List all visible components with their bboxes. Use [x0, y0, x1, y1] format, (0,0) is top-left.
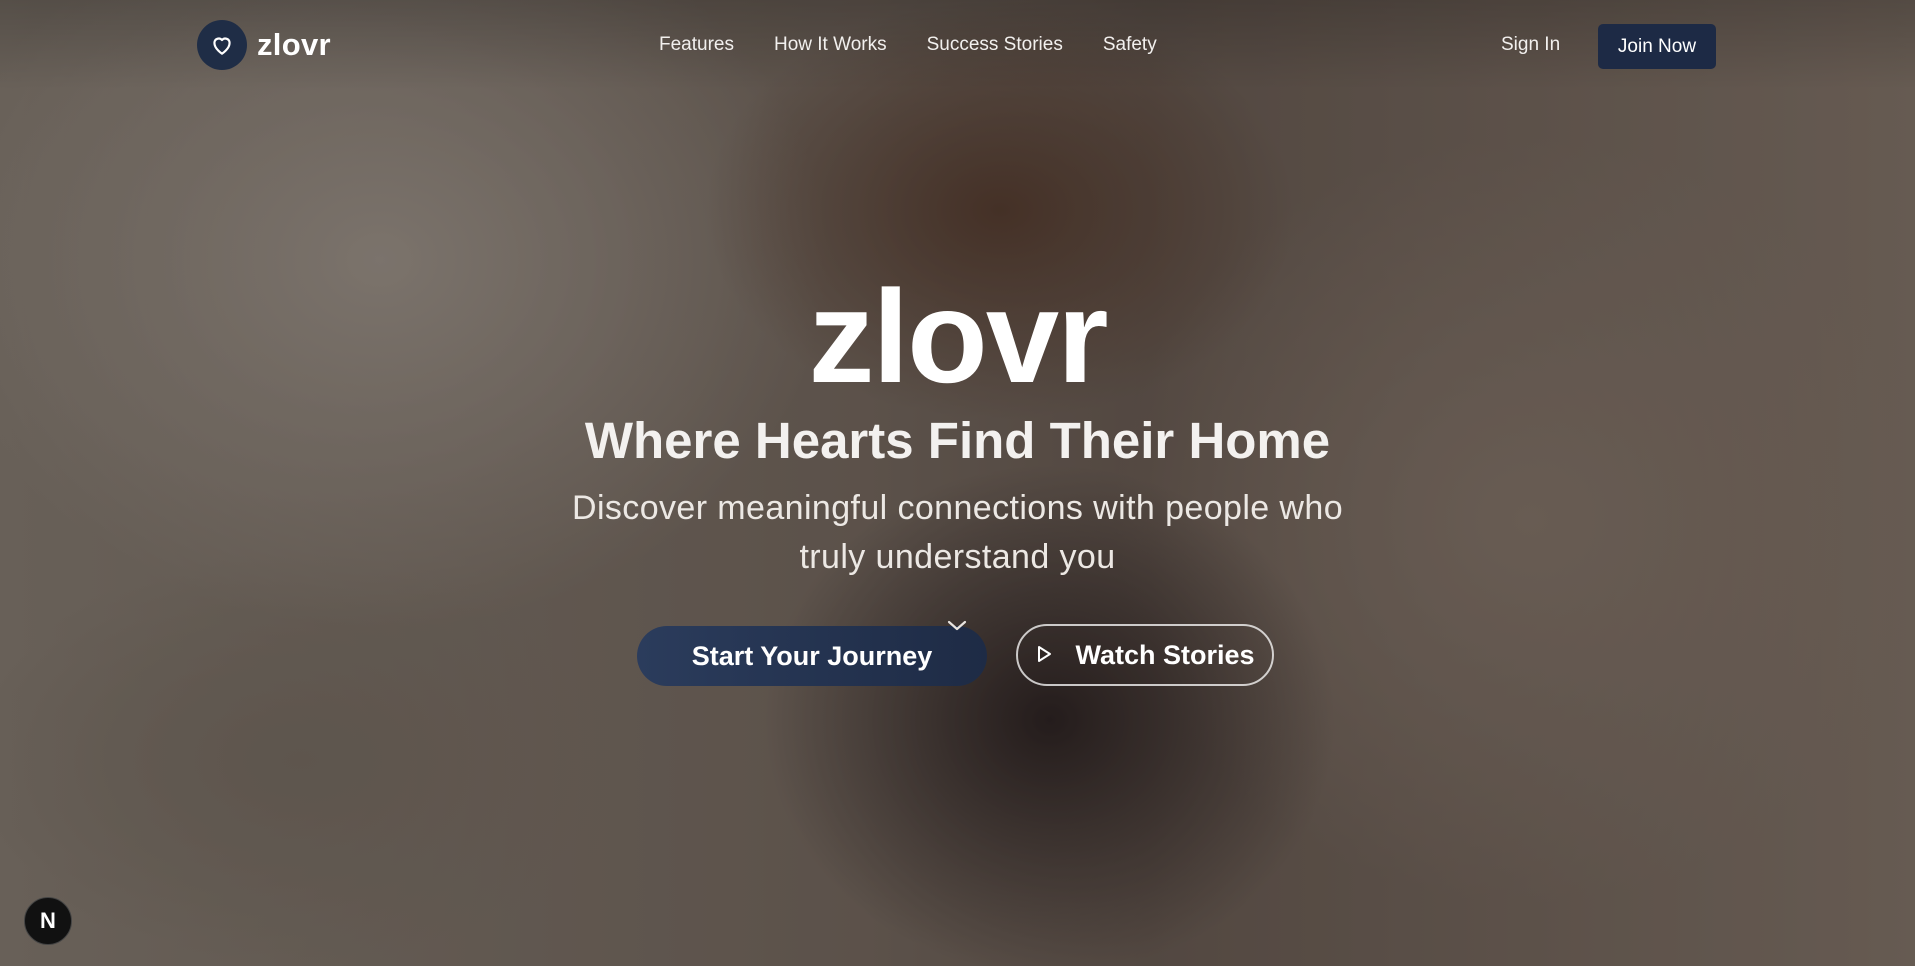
next-logo-icon[interactable]: N	[24, 897, 72, 945]
watch-stories-button[interactable]: Watch Stories	[1016, 624, 1274, 686]
hero-tagline: Where Hearts Find Their Home	[584, 412, 1331, 469]
start-journey-button[interactable]: Start Your Journey	[637, 626, 987, 686]
chevron-down-icon[interactable]	[945, 618, 969, 639]
corner-badge-label: N	[40, 908, 56, 933]
hero-title: zlovr	[808, 263, 1108, 410]
hero-section: zlovr Where Hearts Find Their Home Disco…	[0, 0, 1915, 966]
hero-subtext: Discover meaningful connections with peo…	[572, 489, 1343, 576]
play-icon	[1035, 640, 1053, 671]
start-journey-label: Start Your Journey	[691, 640, 933, 671]
watch-stories-label: Watch Stories	[1075, 639, 1255, 670]
